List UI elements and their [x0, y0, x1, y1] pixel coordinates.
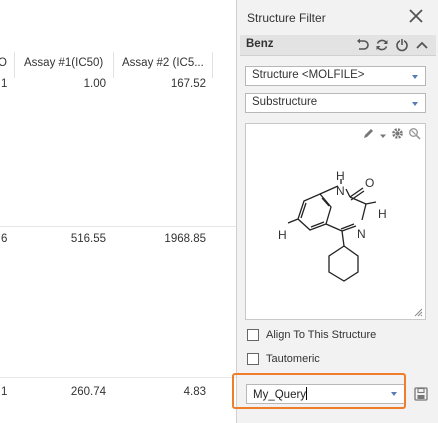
filter-name: Benz — [246, 38, 274, 50]
column-separator[interactable] — [113, 52, 114, 78]
column-header-assay1[interactable]: Assay #1(IC50) — [24, 57, 103, 69]
tautomeric-checkbox[interactable]: Tautomeric — [247, 353, 320, 365]
structure-format-select[interactable]: Structure <MOLFILE> — [245, 66, 426, 86]
highlight-frame — [232, 373, 406, 409]
search-type-select[interactable]: Substructure — [245, 93, 426, 113]
collapse-icon[interactable] — [414, 37, 430, 53]
refresh-icon[interactable] — [374, 37, 390, 53]
tautomeric-label: Tautomeric — [266, 353, 320, 365]
cell-assay2: 167.52 — [170, 78, 206, 90]
undo-icon[interactable] — [354, 37, 370, 53]
search-type-value: Substructure — [252, 96, 318, 108]
structure-format-value: Structure <MOLFILE> — [252, 69, 365, 81]
cell-assay1: 516.55 — [70, 233, 106, 245]
structure-editor[interactable]: H N O H N H — [245, 123, 426, 320]
chevron-down-icon — [412, 102, 418, 106]
cell-partial: 1 — [1, 386, 8, 398]
cell-assay2: 4.83 — [183, 386, 206, 398]
chevron-down-icon[interactable] — [379, 127, 387, 145]
structure-filter-panel: Structure Filter Benz Structure <MOLFILE… — [236, 0, 438, 423]
cell-partial: 1 — [1, 78, 8, 90]
cell-assay1: 260.74 — [70, 386, 106, 398]
atom-label: H — [336, 169, 345, 183]
close-icon[interactable] — [407, 7, 425, 25]
column-separator[interactable] — [14, 52, 15, 78]
atom-label: O — [365, 176, 375, 190]
atom-label: N — [357, 227, 366, 241]
align-to-structure-checkbox[interactable]: Align To This Structure — [247, 329, 376, 341]
cell-partial: 6 — [1, 233, 8, 245]
atom-label: N — [336, 184, 345, 198]
data-grid: O Assay #1(IC50) Assay #2 (IC5... 1 1.00… — [0, 0, 236, 423]
atom-label: H — [278, 228, 287, 242]
checkbox-box[interactable] — [247, 329, 259, 341]
cell-assay1: 1.00 — [83, 78, 106, 90]
atom-label: H — [378, 207, 387, 221]
cell-assay2: 1968.85 — [164, 233, 206, 245]
gear-icon[interactable] — [391, 127, 404, 145]
column-header-assay2[interactable]: Assay #2 (IC5... — [122, 57, 208, 69]
filter-header-bar: Benz — [240, 35, 436, 56]
panel-title: Structure Filter — [247, 11, 326, 25]
zoom-out-icon[interactable] — [408, 127, 421, 145]
align-label: Align To This Structure — [266, 329, 377, 341]
column-header-partial[interactable]: O — [0, 57, 7, 69]
checkbox-box[interactable] — [247, 353, 259, 365]
column-separator[interactable] — [212, 52, 213, 78]
power-icon[interactable] — [394, 37, 410, 53]
pencil-icon[interactable] — [362, 127, 375, 145]
row-divider — [0, 226, 236, 227]
resize-grip-icon[interactable] — [413, 307, 423, 317]
chevron-down-icon — [412, 75, 418, 79]
save-icon[interactable] — [413, 386, 429, 402]
row-divider — [0, 377, 236, 378]
